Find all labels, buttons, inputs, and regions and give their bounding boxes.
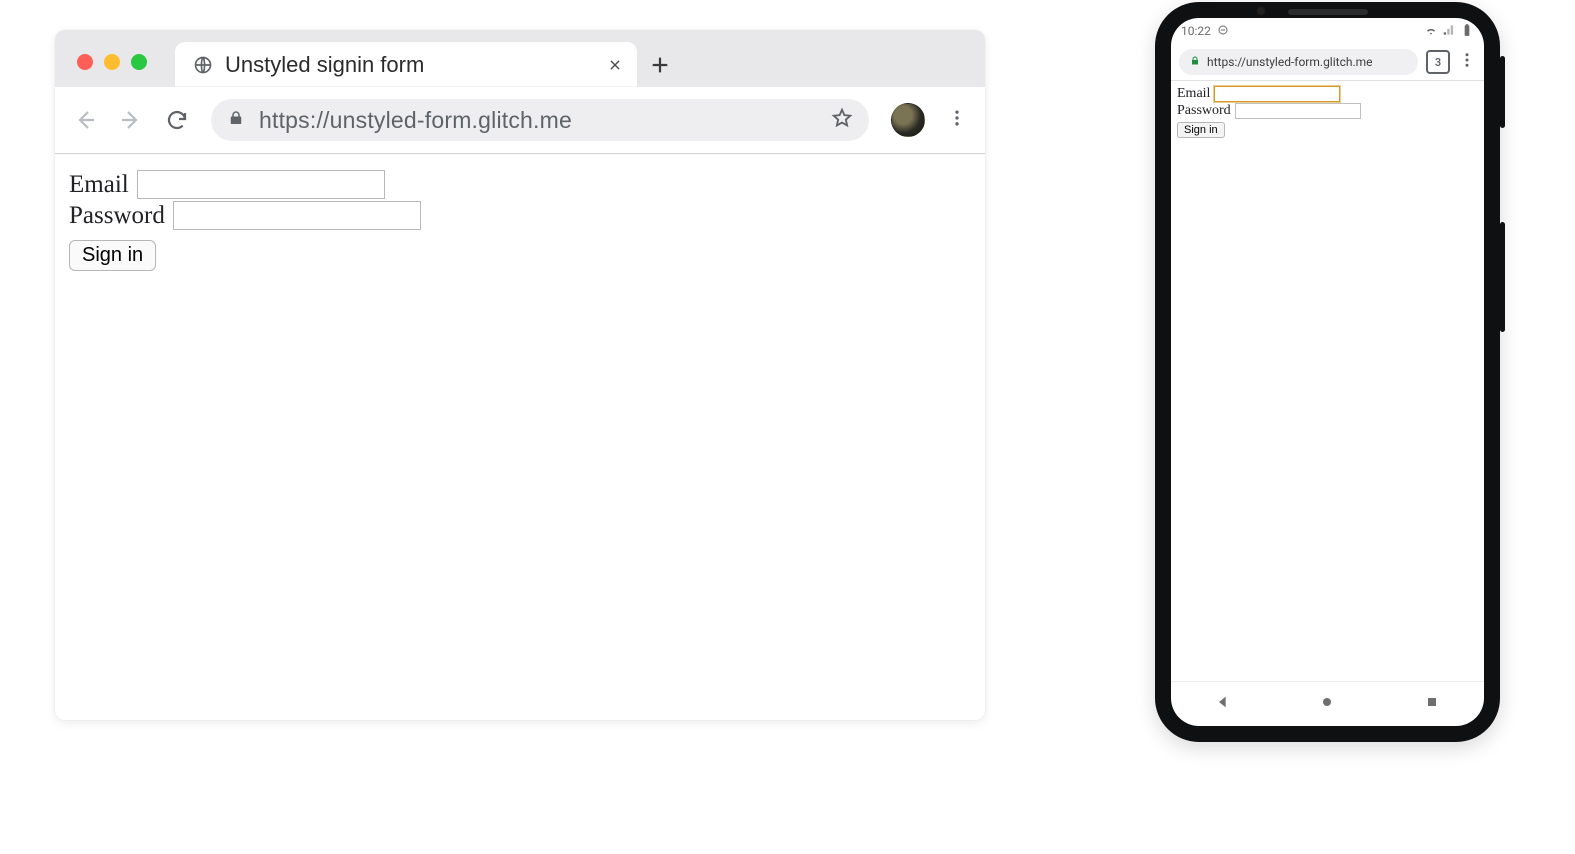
nav-recents-button[interactable] — [1424, 694, 1440, 715]
mobile-email-field[interactable] — [1214, 86, 1340, 102]
sign-in-button[interactable]: Sign in — [69, 240, 156, 271]
reload-button[interactable] — [165, 108, 189, 132]
phone-screen: 10:22 — [1171, 18, 1484, 726]
front-camera — [1256, 6, 1266, 16]
window-zoom-button[interactable] — [131, 54, 147, 70]
browser-tab[interactable]: Unstyled signin form — [175, 42, 637, 87]
phone-device-frame: 10:22 — [1155, 2, 1500, 742]
profile-avatar[interactable] — [891, 103, 925, 137]
mobile-address-bar[interactable]: https://unstyled-form.glitch.me — [1179, 49, 1418, 75]
browser-menu-button[interactable] — [947, 108, 967, 132]
email-label: Email — [69, 171, 129, 199]
android-nav-bar — [1171, 681, 1484, 726]
tab-title: Unstyled signin form — [225, 52, 607, 78]
wifi-icon — [1424, 23, 1438, 40]
nav-home-button[interactable] — [1319, 694, 1335, 715]
tab-count: 3 — [1435, 56, 1441, 69]
mobile-sign-in-button[interactable]: Sign in — [1177, 122, 1225, 138]
back-button[interactable] — [73, 108, 97, 132]
password-field[interactable] — [173, 201, 421, 230]
email-field[interactable] — [137, 170, 385, 199]
bookmark-star-icon[interactable] — [831, 107, 853, 134]
page-content: Email Password Sign in — [55, 154, 985, 285]
mobile-page-content: Email Password Sign in — [1171, 81, 1484, 681]
do-not-disturb-icon — [1217, 24, 1229, 39]
desktop-browser-window: Unstyled signin form — [55, 30, 985, 720]
android-status-bar: 10:22 — [1171, 18, 1484, 44]
battery-icon — [1460, 23, 1474, 40]
close-tab-button[interactable] — [607, 57, 623, 73]
tab-strip: Unstyled signin form — [55, 30, 985, 87]
mobile-password-field[interactable] — [1235, 103, 1361, 119]
address-bar[interactable]: https://unstyled-form.glitch.me — [211, 99, 869, 141]
url-text: https://unstyled-form.glitch.me — [259, 107, 817, 134]
status-time: 10:22 — [1181, 24, 1211, 38]
earpiece — [1288, 9, 1368, 15]
mobile-url-text: https://unstyled-form.glitch.me — [1207, 55, 1408, 69]
mobile-menu-button[interactable] — [1458, 51, 1476, 74]
mobile-email-label: Email — [1177, 86, 1210, 102]
lock-icon — [227, 109, 245, 132]
window-close-button[interactable] — [77, 54, 93, 70]
mobile-password-label: Password — [1177, 103, 1231, 119]
window-controls — [55, 54, 147, 87]
lock-icon — [1189, 55, 1201, 70]
window-minimize-button[interactable] — [104, 54, 120, 70]
mobile-browser-toolbar: https://unstyled-form.glitch.me 3 — [1171, 44, 1484, 81]
password-label: Password — [69, 202, 165, 230]
forward-button[interactable] — [119, 108, 143, 132]
browser-toolbar: https://unstyled-form.glitch.me — [55, 87, 985, 154]
cell-signal-icon — [1442, 23, 1456, 40]
new-tab-button[interactable] — [637, 42, 682, 87]
nav-back-button[interactable] — [1215, 694, 1231, 715]
globe-icon — [193, 55, 213, 75]
tab-switcher-button[interactable]: 3 — [1426, 50, 1450, 74]
